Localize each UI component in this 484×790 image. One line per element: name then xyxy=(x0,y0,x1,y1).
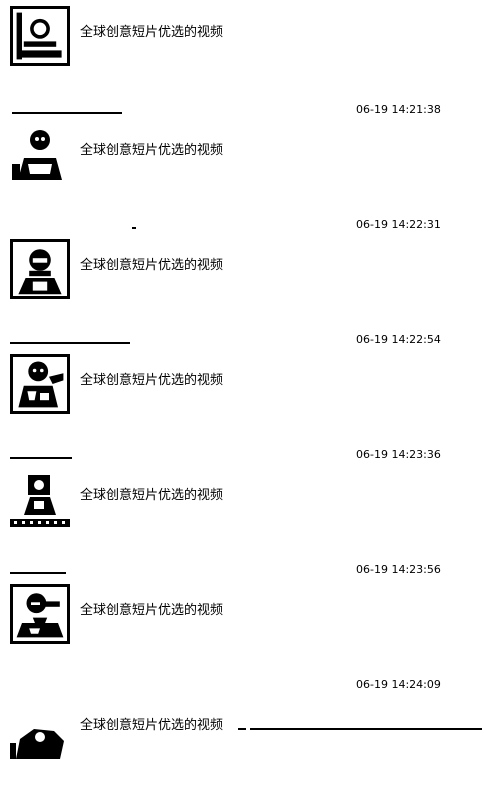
item-title[interactable]: 全球创意短片优选的视频 xyxy=(80,143,223,159)
video-thumbnail[interactable] xyxy=(10,699,70,759)
video-thumbnail[interactable] xyxy=(10,469,70,529)
item-meta: 06-19 14:21:38 xyxy=(0,100,484,120)
author-name-redacted xyxy=(10,342,130,344)
item-meta: 06-19 14:23:36 xyxy=(0,445,484,465)
item-meta: 06-19 14:24:09 xyxy=(0,675,484,695)
item-title[interactable]: 全球创意短片优选的视频 xyxy=(80,258,223,274)
item-title[interactable]: 全球创意短片优选的视频 xyxy=(80,718,223,734)
item-meta: 06-19 14:23:56 xyxy=(0,560,484,580)
list-item[interactable]: 06-19 14:23:36 全球创意短片优选的视频 xyxy=(0,445,484,560)
author-name-redacted xyxy=(10,457,72,459)
item-meta: 06-19 14:22:54 xyxy=(0,330,484,350)
thumbnail-image-icon xyxy=(10,699,70,759)
item-title[interactable]: 全球创意短片优选的视频 xyxy=(80,25,223,41)
thumbnail-image-icon xyxy=(10,469,70,529)
item-title[interactable]: 全球创意短片优选的视频 xyxy=(80,603,223,619)
divider xyxy=(238,728,246,730)
author-name-redacted xyxy=(132,227,136,229)
divider xyxy=(250,728,482,730)
item-meta: 06-19 14:22:31 xyxy=(0,215,484,235)
item-title[interactable]: 全球创意短片优选的视频 xyxy=(80,488,223,504)
thumbnail-image-icon xyxy=(13,357,67,411)
video-thumbnail[interactable] xyxy=(10,239,70,299)
video-thumbnail[interactable] xyxy=(10,584,70,644)
author-name-redacted xyxy=(10,572,66,574)
list-item[interactable]: 06-19 14:22:31 全球创意短片优选的视频 xyxy=(0,215,484,330)
item-timestamp: 06-19 14:22:54 xyxy=(356,333,441,346)
list-item[interactable]: 06-19 14:22:54 全球创意短片优选的视频 xyxy=(0,330,484,445)
item-meta xyxy=(0,0,484,2)
author-name-redacted xyxy=(12,112,122,114)
thumbnail-image-icon xyxy=(10,124,70,184)
video-feed-list: 全球创意短片优选的视频 06-19 14:21:38 全球创意短片优选的视频 0… xyxy=(0,0,484,759)
video-thumbnail[interactable] xyxy=(10,354,70,414)
list-item[interactable]: 全球创意短片优选的视频 xyxy=(0,0,484,97)
thumbnail-image-icon xyxy=(13,9,67,63)
list-item[interactable]: 06-19 14:21:38 全球创意短片优选的视频 xyxy=(0,100,484,215)
video-thumbnail[interactable] xyxy=(10,6,70,66)
item-timestamp: 06-19 14:21:38 xyxy=(356,103,441,116)
item-timestamp: 06-19 14:22:31 xyxy=(356,218,441,231)
thumbnail-image-icon xyxy=(13,587,67,641)
item-timestamp: 06-19 14:23:36 xyxy=(356,448,441,461)
item-timestamp: 06-19 14:24:09 xyxy=(356,678,441,691)
video-thumbnail[interactable] xyxy=(10,124,70,184)
list-item[interactable]: 06-19 14:23:56 全球创意短片优选的视频 xyxy=(0,560,484,675)
thumbnail-image-icon xyxy=(13,242,67,296)
item-title[interactable]: 全球创意短片优选的视频 xyxy=(80,373,223,389)
item-timestamp: 06-19 14:23:56 xyxy=(356,563,441,576)
